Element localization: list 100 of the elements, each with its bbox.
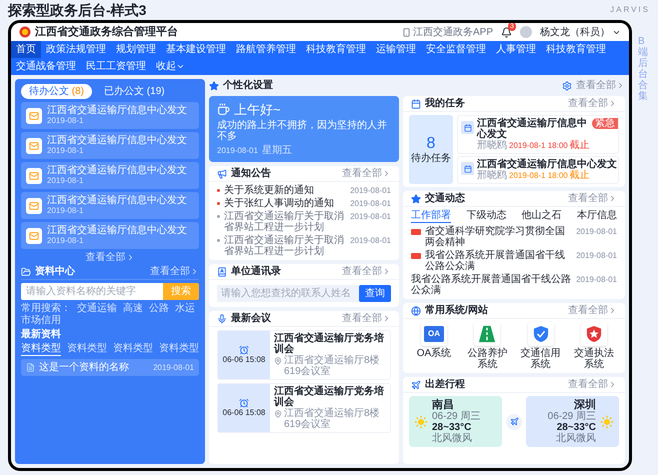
chevron-right-icon: [608, 380, 617, 389]
mail-icon: [26, 138, 42, 154]
doc-item[interactable]: 江西省交通运输厅信息中心发文 2019-08-1: [21, 132, 199, 159]
view-all-link[interactable]: 查看全部: [576, 80, 625, 91]
view-all-link[interactable]: 查看全部: [150, 266, 199, 277]
avatar: [520, 26, 532, 38]
road-icon: [478, 325, 496, 343]
nav-tab[interactable]: 规划管理: [111, 41, 161, 58]
doc-item[interactable]: 江西省交通运输厅信息中心发文 2019-08-1: [21, 222, 199, 249]
wind: 北风微风: [432, 433, 473, 444]
contact-search-field[interactable]: 请输入您想查找的联系人姓名: [217, 285, 359, 302]
emblem-icon: [19, 26, 31, 38]
hot-search-link[interactable]: 高速: [123, 303, 143, 314]
view-all-link[interactable]: 查看全部: [568, 305, 617, 316]
hot-search-label: 常用搜索：: [21, 303, 71, 314]
side-caption: B端后台合集: [638, 36, 648, 104]
hot-search-link[interactable]: 交通运输: [77, 303, 117, 314]
notice-link[interactable]: 江西省交通运输厅关于取消省界站工程进一步计划: [224, 211, 346, 233]
nav-tab[interactable]: 首页: [11, 41, 41, 58]
calendar-icon: [411, 98, 421, 108]
news-link[interactable]: 我省公路系统开展普通国省干线公路公众满: [425, 250, 572, 272]
meeting-place: 江西省交通运输厅8楼619会议室: [284, 355, 381, 377]
news-date: 2019-08-01: [576, 250, 617, 261]
task-count-label: 待办任务: [411, 153, 451, 164]
city-name: 深圳: [573, 399, 596, 411]
weather-date: 06-29 周三: [432, 411, 482, 422]
nav-tab[interactable]: 人事管理: [491, 41, 541, 58]
nav-tab[interactable]: 科技教育管理: [541, 41, 611, 58]
news-tab[interactable]: 下级动态: [466, 210, 506, 223]
meeting-time: 06-06 15:08: [222, 408, 266, 418]
resource-tab[interactable]: 资料类型: [113, 343, 153, 356]
banner-date: 2019-08-01: [217, 145, 258, 156]
nav-tab[interactable]: 运输管理: [371, 41, 421, 58]
doc-date: 2019-08-1: [47, 176, 84, 186]
nav-tab[interactable]: 路航管养管理: [231, 41, 301, 58]
system-shortcut[interactable]: OA OA系统: [411, 322, 457, 370]
nav-tab[interactable]: 民工工资管理: [81, 58, 151, 75]
doc-date: 2019-08-1: [47, 236, 84, 246]
resource-search-field[interactable]: 请输入资料名称的关键字: [21, 283, 163, 300]
doc-tab[interactable]: 已办公文 (19): [96, 84, 173, 99]
card-title: 最新会议: [231, 313, 271, 324]
collapse-button[interactable]: 收起: [151, 58, 190, 75]
view-all-link[interactable]: 查看全部: [86, 252, 134, 263]
bell-icon[interactable]: [501, 26, 512, 38]
resource-item[interactable]: 这是一个资料的名称 2019-08-01: [21, 359, 199, 376]
view-all-link[interactable]: 查看全部: [568, 98, 617, 109]
nav-tab[interactable]: 政策法规管理: [41, 41, 111, 58]
sun-icon: [600, 414, 614, 428]
view-all-link[interactable]: 查看全部: [568, 379, 617, 390]
news-link[interactable]: 省交通科学研究院学习贯彻全国两会精神: [425, 226, 572, 248]
hot-search-link[interactable]: 市场信用: [21, 315, 61, 326]
page-title: 探索型政务后台-样式3: [8, 2, 146, 18]
doc-item[interactable]: 江西省交通运输厅信息中心发文 2019-08-1: [21, 162, 199, 189]
task-title: 江西省交通运输厅信息中心发文: [477, 118, 587, 140]
task-title: 江西省交通运输厅信息中心发文: [477, 159, 618, 170]
banner-weekday: 星期五: [262, 145, 292, 156]
view-all-link[interactable]: 查看全部: [568, 193, 617, 204]
view-all-link[interactable]: 查看全部: [342, 168, 391, 179]
query-button[interactable]: 查询: [359, 285, 391, 302]
user-menu[interactable]: 杨文龙（科员）: [540, 26, 621, 38]
news-tab[interactable]: 他山之石: [522, 210, 562, 223]
weather-date: 06-29 周三: [546, 411, 596, 422]
card-title: 出差行程: [425, 379, 465, 390]
motto-text: 成功的路上并不拥挤，因为坚持的人并不多: [217, 120, 388, 142]
task-deadline: 2019-08-1 18:00: [509, 170, 568, 181]
notice-link[interactable]: 关于张红人事调动的通知: [224, 198, 346, 209]
system-shortcut[interactable]: 交通执法系统: [570, 322, 617, 370]
news-tab[interactable]: 工作部署: [411, 210, 451, 223]
hot-search-link[interactable]: 公路: [149, 303, 169, 314]
resource-tab[interactable]: 资料类型: [159, 343, 199, 356]
resource-tab[interactable]: 资料类型: [21, 343, 61, 356]
notice-link[interactable]: 江西省交通运输厅关于取消省界站工程进一步计划: [224, 235, 346, 257]
doc-title: 江西省交通运输厅信息中心发文: [47, 135, 187, 146]
doc-tab[interactable]: 待办公文 (8): [21, 84, 92, 99]
nav-tab[interactable]: 安全监督管理: [421, 41, 491, 58]
doc-item[interactable]: 江西省交通运输厅信息中心发文 2019-08-1: [21, 102, 199, 129]
nav-tab[interactable]: 基本建设管理: [161, 41, 231, 58]
phone-icon: [402, 28, 411, 36]
app-download-link[interactable]: 江西交通政务APP: [402, 26, 493, 38]
shield-icon: [532, 325, 549, 343]
nav-tab[interactable]: 科技教育管理: [301, 41, 371, 58]
notice-date: 2019-08-01: [350, 211, 391, 222]
nav-tab[interactable]: 交通战备管理: [11, 58, 81, 75]
view-all-link[interactable]: 查看全部: [342, 266, 391, 277]
news-date: 2019-08-01: [576, 274, 617, 285]
resource-tab[interactable]: 资料类型: [67, 343, 107, 356]
system-shortcut[interactable]: 公路养护系统: [464, 322, 510, 370]
tag-icon: [411, 253, 421, 259]
hot-search-link[interactable]: 水运: [175, 303, 195, 314]
mail-icon: [26, 198, 42, 214]
system-shortcut[interactable]: 交通信用系统: [518, 322, 564, 370]
notice-link[interactable]: 关于系统更新的通知: [224, 185, 346, 196]
doc-date: 2019-08-1: [47, 146, 84, 156]
location-pin-icon: [274, 410, 282, 418]
news-link[interactable]: 我省公路系统开展普通国省干线公路公众满: [411, 274, 572, 296]
doc-item[interactable]: 江西省交通运输厅信息中心发文 2019-08-1: [21, 192, 199, 219]
view-all-link[interactable]: 查看全部: [342, 313, 391, 324]
doc-title: 江西省交通运输厅信息中心发文: [47, 165, 187, 176]
news-tab[interactable]: 本厅信息: [576, 210, 617, 223]
settings-icon[interactable]: [562, 80, 572, 90]
